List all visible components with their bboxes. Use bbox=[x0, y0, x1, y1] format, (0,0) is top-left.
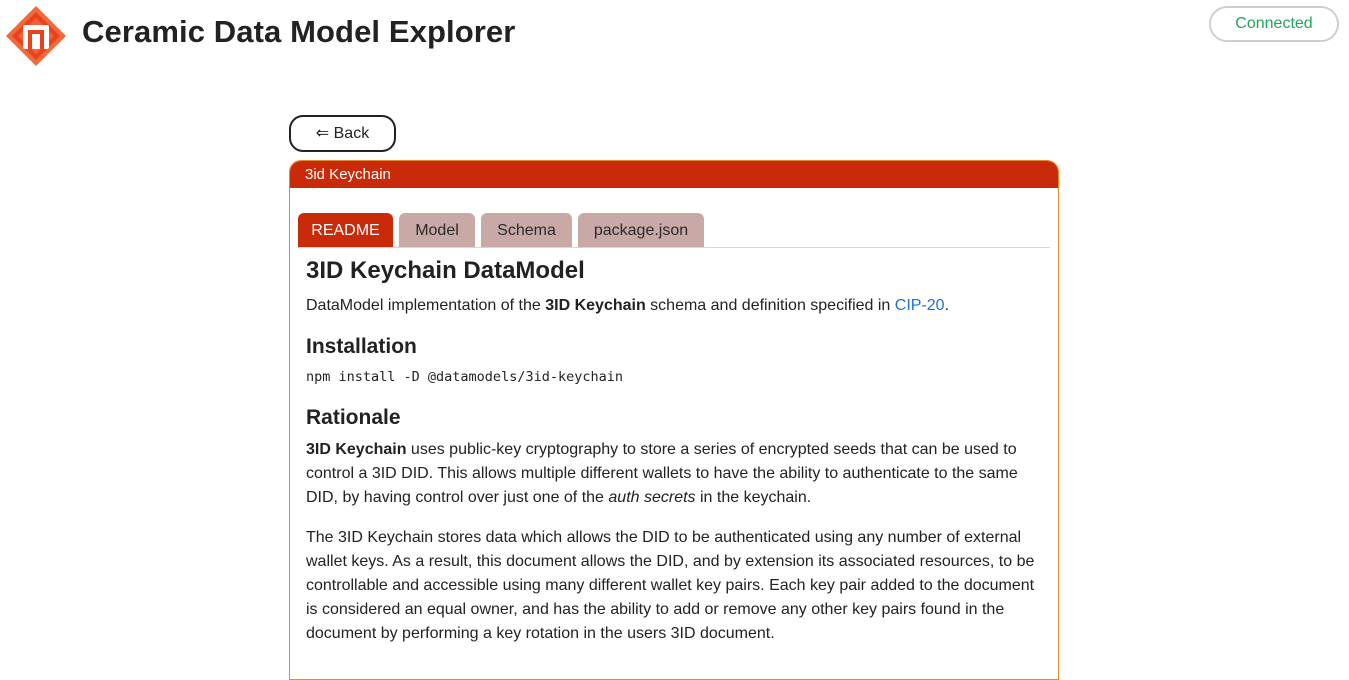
app-header: Ceramic Data Model Explorer Connected bbox=[0, 0, 1349, 70]
intro-text: DataModel implementation of the bbox=[306, 297, 546, 314]
readme-content: 3ID Keychain DataModel DataModel impleme… bbox=[306, 256, 1036, 646]
rationale-text-b: in the keychain. bbox=[695, 489, 812, 506]
ceramic-logo-icon[interactable] bbox=[6, 6, 66, 66]
installation-heading: Installation bbox=[306, 335, 417, 358]
rationale-heading: Rationale bbox=[306, 406, 401, 429]
app-title: Ceramic Data Model Explorer bbox=[82, 14, 516, 49]
back-button[interactable]: ⇐ Back bbox=[289, 115, 396, 152]
readme-intro: DataModel implementation of the 3ID Keyc… bbox=[306, 294, 1036, 318]
tab-schema[interactable]: Schema bbox=[481, 213, 572, 247]
rationale-paragraph-2: The 3ID Keychain stores data which allow… bbox=[306, 529, 1035, 642]
install-command: npm install -D @datamodels/3id-keychain bbox=[306, 369, 623, 385]
tab-bar: README Model Schema package.json bbox=[298, 213, 1050, 248]
tab-package-json[interactable]: package.json bbox=[578, 213, 704, 247]
intro-bold-text: 3ID Keychain bbox=[545, 297, 646, 314]
intro-text-middle: schema and definition specified in bbox=[645, 297, 895, 314]
tab-readme[interactable]: README bbox=[298, 213, 393, 247]
connection-status-badge[interactable]: Connected bbox=[1209, 6, 1339, 42]
rationale-bold-text: 3ID Keychain bbox=[306, 441, 407, 458]
rationale-italic-text: auth secrets bbox=[608, 489, 696, 506]
datamodel-card: 3id Keychain README Model Schema package… bbox=[289, 160, 1059, 680]
readme-heading: 3ID Keychain DataModel bbox=[306, 257, 585, 284]
cip-20-link[interactable]: CIP-20 bbox=[895, 297, 945, 314]
tab-model[interactable]: Model bbox=[399, 213, 475, 247]
card-title: 3id Keychain bbox=[290, 161, 1058, 188]
intro-text-suffix: . bbox=[944, 297, 950, 314]
rationale-paragraph-1: 3ID Keychain uses public-key cryptograph… bbox=[306, 438, 1036, 510]
